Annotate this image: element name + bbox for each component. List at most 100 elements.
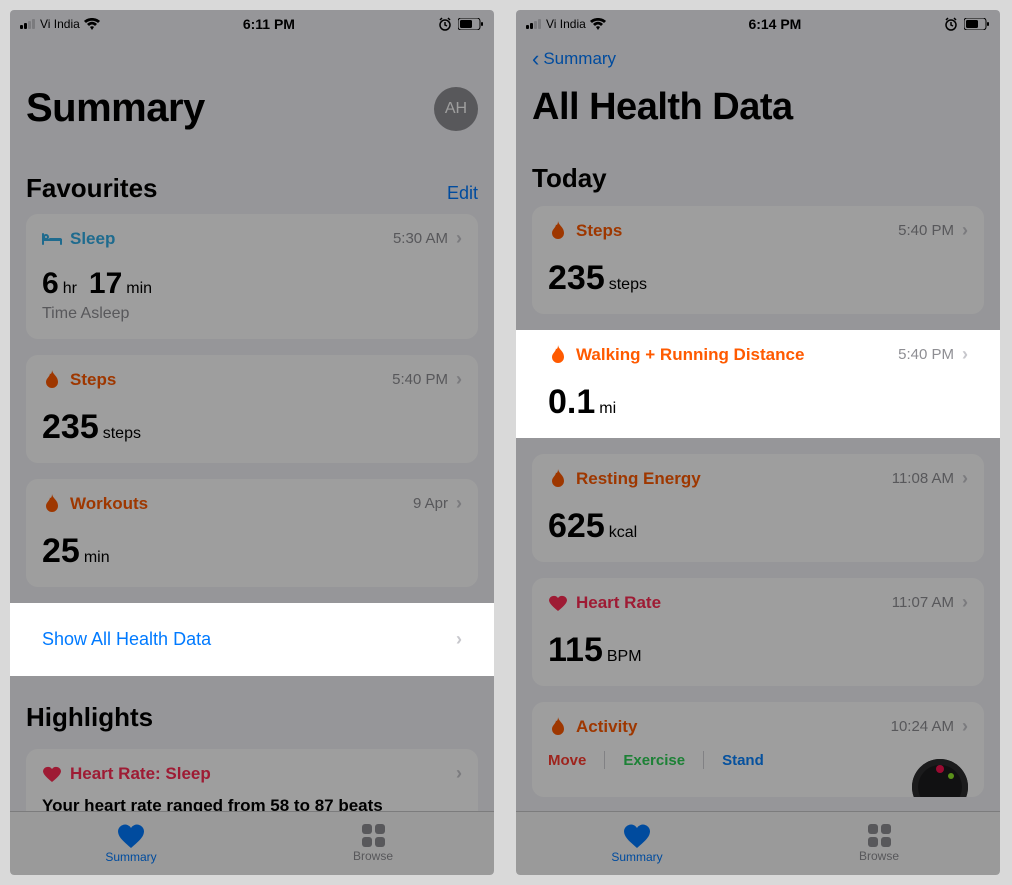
status-bar: Vi India 6:11 PM (10, 10, 494, 38)
resting-label: Resting Energy (576, 469, 701, 489)
summary-content: Summary AH Favourites Edit Sleep 5:30 AM… (10, 38, 494, 811)
show-all-label: Show All Health Data (42, 629, 211, 650)
hr-time: 11:07 AM (892, 594, 954, 611)
chevron-right-icon: › (962, 468, 968, 489)
heart-icon (624, 824, 650, 848)
steps-time: 5:40 PM (898, 222, 954, 239)
page-title: Summary (26, 86, 205, 131)
chevron-right-icon: › (456, 763, 462, 784)
hr-value: 115 (548, 631, 603, 670)
activity-label: Activity (576, 717, 637, 737)
clock: 6:11 PM (243, 16, 295, 32)
heart-icon (42, 764, 62, 784)
chevron-right-icon: › (962, 220, 968, 241)
back-button[interactable]: ‹ Summary (532, 38, 984, 76)
wifi-icon (590, 18, 606, 30)
signal-icon (526, 19, 542, 29)
workouts-unit: min (84, 549, 110, 567)
resting-time: 11:08 AM (892, 470, 954, 487)
clock: 6:14 PM (748, 16, 801, 32)
hr-sleep-label: Heart Rate: Sleep (70, 764, 211, 784)
tab-browse-label: Browse (353, 849, 393, 863)
tab-summary[interactable]: Summary (516, 812, 758, 875)
chevron-left-icon: ‹ (532, 48, 539, 70)
flame-icon (548, 221, 568, 241)
flame-icon (548, 469, 568, 489)
grid-icon (868, 824, 891, 847)
heart-rate-sleep-card[interactable]: Heart Rate: Sleep › Your heart rate rang… (26, 749, 478, 811)
sleep-sub: Time Asleep (42, 305, 462, 323)
activity-card[interactable]: Activity 10:24 AM › Move Exercise Stand (532, 702, 984, 797)
grid-icon (362, 824, 385, 847)
battery-icon (458, 18, 484, 30)
hr-unit: BPM (607, 648, 642, 666)
all-health-content: ‹ Summary All Health Data Today Steps 5:… (516, 38, 1000, 811)
resting-value: 625 (548, 507, 605, 546)
resting-energy-card[interactable]: Resting Energy 11:08 AM › 625 kcal (532, 454, 984, 562)
tab-summary-label: Summary (611, 850, 662, 864)
distance-label: Walking + Running Distance (576, 345, 804, 365)
alarm-icon (944, 17, 958, 31)
activity-segments: Move Exercise Stand (548, 751, 968, 769)
signal-icon (20, 19, 36, 29)
show-all-health-data-button[interactable]: Show All Health Data › (26, 611, 478, 668)
tab-summary[interactable]: Summary (10, 812, 252, 875)
tab-summary-label: Summary (105, 850, 156, 864)
tab-bar: Summary Browse (10, 811, 494, 875)
hr-snippet: Your heart rate ranged from 58 to 87 bea… (42, 796, 462, 811)
phone-summary: Vi India 6:11 PM Summary AH Favourites E… (10, 10, 494, 875)
workouts-value: 25 (42, 532, 80, 571)
distance-value: 0.1 (548, 383, 595, 422)
steps-label: Steps (576, 221, 622, 241)
steps-unit: steps (103, 425, 141, 443)
favourites-heading: Favourites (26, 173, 158, 204)
phone-all-health-data: Vi India 6:14 PM ‹ Summary All Health Da… (516, 10, 1000, 875)
sleep-time: 5:30 AM (393, 230, 448, 247)
activity-time: 10:24 AM (891, 718, 954, 735)
chevron-right-icon: › (456, 369, 462, 390)
flame-icon (42, 494, 62, 514)
alarm-icon (438, 17, 452, 31)
workouts-card[interactable]: Workouts 9 Apr › 25 min (26, 479, 478, 587)
avatar[interactable]: AH (434, 87, 478, 131)
highlights-heading: Highlights (26, 702, 478, 733)
workouts-label: Workouts (70, 494, 148, 514)
tab-browse[interactable]: Browse (252, 812, 494, 875)
steps-label: Steps (70, 370, 116, 390)
battery-icon (964, 18, 990, 30)
chevron-right-icon: › (456, 228, 462, 249)
tab-browse[interactable]: Browse (758, 812, 1000, 875)
flame-icon (548, 717, 568, 737)
chevron-right-icon: › (962, 592, 968, 613)
hr-label: Heart Rate (576, 593, 661, 613)
chevron-right-icon: › (962, 344, 968, 365)
tab-browse-label: Browse (859, 849, 899, 863)
wifi-icon (84, 18, 100, 30)
resting-unit: kcal (609, 524, 637, 542)
chevron-right-icon: › (962, 716, 968, 737)
steps-time: 5:40 PM (392, 371, 448, 388)
walking-running-distance-card[interactable]: Walking + Running Distance 5:40 PM › 0.1… (532, 330, 984, 438)
heart-icon (548, 593, 568, 613)
bed-icon (42, 229, 62, 249)
edit-link[interactable]: Edit (447, 183, 478, 204)
move-label: Move (548, 752, 586, 769)
steps-card[interactable]: Steps 5:40 PM › 235 steps (26, 355, 478, 463)
back-label: Summary (543, 49, 616, 69)
page-title: All Health Data (532, 86, 984, 129)
flame-icon (548, 345, 568, 365)
steps-card[interactable]: Steps 5:40 PM › 235 steps (532, 206, 984, 314)
heart-rate-card[interactable]: Heart Rate 11:07 AM › 115 BPM (532, 578, 984, 686)
flame-icon (42, 370, 62, 390)
chevron-right-icon: › (456, 629, 462, 650)
workouts-time: 9 Apr (413, 495, 448, 512)
carrier-label: Vi India (40, 17, 80, 31)
carrier-label: Vi India (546, 17, 586, 31)
sleep-label: Sleep (70, 229, 115, 249)
tab-bar: Summary Browse (516, 811, 1000, 875)
sleep-card[interactable]: Sleep 5:30 AM › 6 hr 17 min Time Asleep (26, 214, 478, 339)
steps-unit: steps (609, 276, 647, 294)
steps-value: 235 (548, 259, 605, 298)
heart-icon (118, 824, 144, 848)
sleep-metric: 6 hr 17 min (42, 267, 462, 301)
